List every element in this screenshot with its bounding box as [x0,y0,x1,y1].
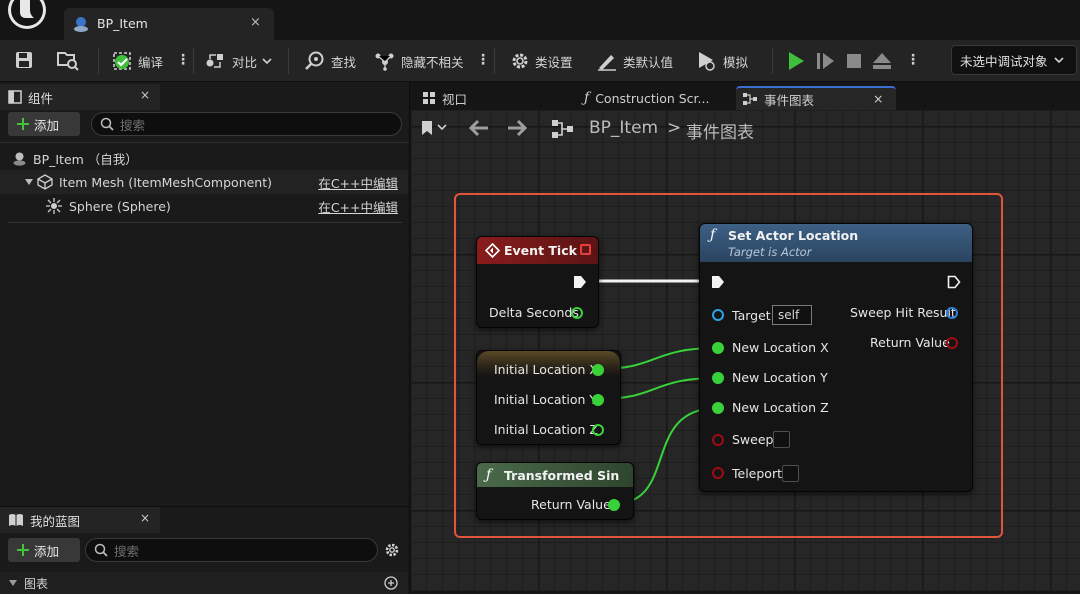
event-tick-node[interactable]: Event Tick Delta Seconds [476,236,599,328]
pin-new-location-z-label: New Location Z [732,400,829,415]
function-icon: ƒ [710,227,716,243]
pin-sweep-hit-label: Sweep Hit Result [850,305,956,320]
exec-out-pin[interactable] [573,275,587,289]
pin-delta-seconds[interactable] [571,307,583,319]
sweep-checkbox[interactable] [773,431,790,448]
target-self-field[interactable]: self [772,305,812,325]
pin-initial-location-x-label: Initial Location X [494,362,598,377]
pin-teleport[interactable] [712,467,724,479]
pin-return-value[interactable] [946,337,958,349]
pin-return-value-label: Return Value [870,335,950,350]
pin-new-location-x-label: New Location X [732,340,829,355]
exec-out-pin[interactable] [947,275,961,289]
pin-initial-location-y-label: Initial Location Y [494,392,598,407]
transformed-sin-node[interactable]: ƒ Transformed Sin Return Value [476,462,634,520]
pin-sweep[interactable] [712,434,724,446]
initial-location-node[interactable]: Initial Location X Initial Location Y In… [476,350,621,445]
transformed-sin-title: Transformed Sin [504,468,620,483]
pin-return-value-label: Return Value [531,497,611,512]
pin-initial-location-z-label: Initial Location Z [494,422,598,437]
pin-sweep-hit-result[interactable] [946,307,958,319]
pin-target[interactable] [712,309,724,321]
set-actor-location-subtitle: Target is Actor [728,245,812,259]
pin-delta-seconds-label: Delta Seconds [489,305,579,320]
event-tick-title: Event Tick [504,243,577,258]
set-actor-location-title: Set Actor Location [728,228,859,243]
pin-new-location-z[interactable] [712,402,724,414]
pin-return-value[interactable] [608,499,620,511]
pin-initial-location-x[interactable] [592,364,604,376]
pin-sweep-label: Sweep [732,432,774,447]
pin-new-location-y-label: New Location Y [732,370,828,385]
pin-new-location-y[interactable] [712,372,724,384]
event-icon [485,243,500,258]
pin-initial-location-z[interactable] [592,424,604,436]
pin-new-location-x[interactable] [712,342,724,354]
pin-target-label: Target [732,308,771,323]
teleport-checkbox[interactable] [782,465,799,482]
set-actor-location-node[interactable]: ƒ Set Actor Location Target is Actor Tar… [699,223,973,492]
function-icon: ƒ [486,467,492,483]
pin-teleport-label: Teleport [732,466,782,481]
delegate-pin-icon[interactable] [580,244,591,255]
pin-initial-location-y[interactable] [592,394,604,406]
exec-in-pin[interactable] [711,275,725,289]
